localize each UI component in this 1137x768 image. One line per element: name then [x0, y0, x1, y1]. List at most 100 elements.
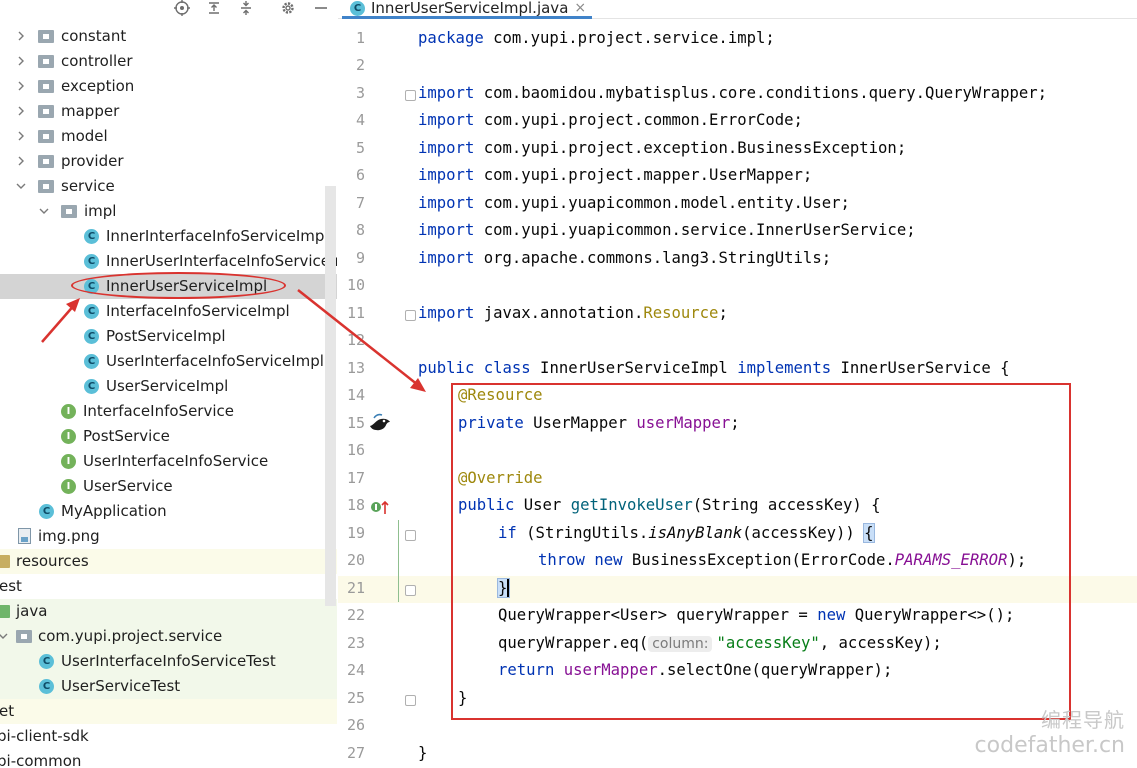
- class-icon: C: [84, 379, 99, 394]
- code-line[interactable]: 8 import com.yupi.yuapicommon.service.In…: [338, 218, 1137, 245]
- tree-item-label: img.png: [38, 527, 100, 545]
- fold-marker-icon[interactable]: [405, 695, 416, 706]
- tree-item-test[interactable]: est: [0, 574, 337, 599]
- tree-item-module[interactable]: pi-common: [0, 749, 337, 766]
- tree-item-class[interactable]: C UserInterfaceInfoServiceImpl: [0, 349, 337, 374]
- chevron-right-icon[interactable]: [15, 155, 27, 167]
- chevron-down-icon[interactable]: [15, 180, 27, 192]
- collapse-all-icon[interactable]: [236, 0, 256, 18]
- tree-item-provider[interactable]: provider: [0, 149, 337, 174]
- fold-marker-icon[interactable]: [405, 530, 416, 541]
- keyword: import: [418, 84, 475, 102]
- tree-item-test-class[interactable]: C UserServiceTest: [0, 674, 337, 699]
- tree-item-interface[interactable]: I InterfaceInfoService: [0, 399, 337, 424]
- fold-marker-icon[interactable]: [405, 585, 416, 596]
- code-line[interactable]: 11 import javax.annotation.Resource;: [338, 301, 1137, 328]
- gear-icon[interactable]: [278, 0, 298, 18]
- tree-item-impl[interactable]: impl: [0, 199, 337, 224]
- tree-item-resources[interactable]: resources: [0, 549, 337, 574]
- tree-item-label: InnerUserInterfaceInfoServiceImpl: [106, 252, 337, 270]
- code-segment: InnerUserServiceImpl: [530, 359, 738, 377]
- line-number: 22: [346, 606, 365, 624]
- code-line[interactable]: 12: [338, 328, 1137, 355]
- code-segment: com.baomidou.mybatisplus.core.conditions…: [474, 84, 1048, 102]
- line-number: 14: [346, 386, 365, 404]
- code-line[interactable]: 13 public class InnerUserServiceImpl imp…: [338, 356, 1137, 383]
- tree-item-label: PostService: [83, 427, 170, 445]
- code-line[interactable]: 4 import com.yupi.project.common.ErrorCo…: [338, 108, 1137, 135]
- tree-item-image[interactable]: img.png: [0, 524, 337, 549]
- expand-all-icon[interactable]: [204, 0, 224, 18]
- chevron-right-icon[interactable]: [15, 30, 27, 42]
- tree-item-class[interactable]: C PostServiceImpl: [0, 324, 337, 349]
- tree-item-class[interactable]: C InnerInterfaceInfoServiceImpl: [0, 224, 337, 249]
- keyword: import: [418, 111, 475, 129]
- code-text: import com.yupi.yuapicommon.service.Inne…: [418, 221, 916, 239]
- line-number: 20: [346, 551, 365, 569]
- implements-method-icon[interactable]: [370, 498, 392, 516]
- tree-item-java[interactable]: java: [0, 599, 337, 624]
- line-number: 27: [346, 744, 365, 762]
- tree-item-interface[interactable]: I PostService: [0, 424, 337, 449]
- tree-item-label: pi-client-sdk: [0, 727, 89, 745]
- tree-item-label: UserInterfaceInfoServiceImpl: [106, 352, 324, 370]
- chevron-down-icon[interactable]: [0, 630, 9, 642]
- keyword: package: [418, 29, 484, 47]
- tree-item-class[interactable]: C UserServiceImpl: [0, 374, 337, 399]
- code-segment: org.apache.commons.lang3.StringUtils;: [474, 249, 832, 267]
- active-tab-indicator: [342, 16, 592, 19]
- interface-icon: I: [61, 429, 76, 444]
- code-line[interactable]: 1 package com.yupi.project.service.impl;: [338, 26, 1137, 53]
- code-line[interactable]: 10: [338, 273, 1137, 300]
- minimize-icon[interactable]: [311, 0, 331, 18]
- project-tree-panel: constant controller exception mapper mod…: [0, 0, 337, 766]
- close-icon[interactable]: ×: [574, 0, 586, 16]
- line-number: 4: [355, 111, 365, 129]
- tree-item-model[interactable]: model: [0, 124, 337, 149]
- keyword: import: [418, 221, 475, 239]
- tree-item-interface[interactable]: I UserService: [0, 474, 337, 499]
- interface-icon: I: [61, 404, 76, 419]
- package-icon: [38, 55, 54, 68]
- test-class-icon: C: [39, 654, 54, 669]
- code-text: import com.yupi.project.mapper.UserMappe…: [418, 166, 812, 184]
- code-line[interactable]: 6 import com.yupi.project.mapper.UserMap…: [338, 163, 1137, 190]
- tree-item-controller[interactable]: controller: [0, 49, 337, 74]
- tree-item-interface[interactable]: I UserInterfaceInfoService: [0, 449, 337, 474]
- fold-marker-icon[interactable]: [405, 90, 416, 101]
- tree-item-application[interactable]: C MyApplication: [0, 499, 337, 524]
- code-line[interactable]: 9 import org.apache.commons.lang3.String…: [338, 246, 1137, 273]
- tree-item-test-package[interactable]: com.yupi.project.service: [0, 624, 337, 649]
- code-line[interactable]: 2: [338, 53, 1137, 80]
- chevron-down-icon[interactable]: [38, 205, 50, 217]
- tree-item-service[interactable]: service: [0, 174, 337, 199]
- mybatis-bird-icon[interactable]: [368, 412, 392, 434]
- code-line[interactable]: 3 import com.baomidou.mybatisplus.core.c…: [338, 81, 1137, 108]
- tree-item-module[interactable]: pi-client-sdk: [0, 724, 337, 749]
- locate-icon[interactable]: [172, 0, 192, 18]
- tree-item-constant[interactable]: constant: [0, 24, 337, 49]
- package-icon: [38, 80, 54, 93]
- line-number: 6: [355, 166, 365, 184]
- tree-item-label: java: [16, 602, 48, 620]
- fold-marker-icon[interactable]: [405, 310, 416, 321]
- code-segment: com.yupi.yuapicommon.model.entity.User;: [474, 194, 850, 212]
- chevron-right-icon[interactable]: [15, 80, 27, 92]
- package-icon: [38, 105, 54, 118]
- tree-item-mapper[interactable]: mapper: [0, 99, 337, 124]
- code-line[interactable]: 5 import com.yupi.project.exception.Busi…: [338, 136, 1137, 163]
- chevron-right-icon[interactable]: [15, 55, 27, 67]
- tree-item-class[interactable]: C InnerUserInterfaceInfoServiceImpl: [0, 249, 337, 274]
- tree-item-exception[interactable]: exception: [0, 74, 337, 99]
- code-segment: com.yupi.project.mapper.UserMapper;: [474, 166, 813, 184]
- code-line[interactable]: 7 import com.yupi.yuapicommon.model.enti…: [338, 191, 1137, 218]
- code-segment: com.yupi.project.common.ErrorCode;: [474, 111, 803, 129]
- tree-item-class[interactable]: C InterfaceInfoServiceImpl: [0, 299, 337, 324]
- tree-item-target[interactable]: et: [0, 699, 337, 724]
- class-icon: C: [84, 254, 99, 269]
- tree-item-test-class[interactable]: C UserInterfaceInfoServiceTest: [0, 649, 337, 674]
- chevron-right-icon[interactable]: [15, 130, 27, 142]
- tree-item-label: com.yupi.project.service: [38, 627, 223, 645]
- tree-scrollbar[interactable]: [325, 186, 336, 606]
- chevron-right-icon[interactable]: [15, 105, 27, 117]
